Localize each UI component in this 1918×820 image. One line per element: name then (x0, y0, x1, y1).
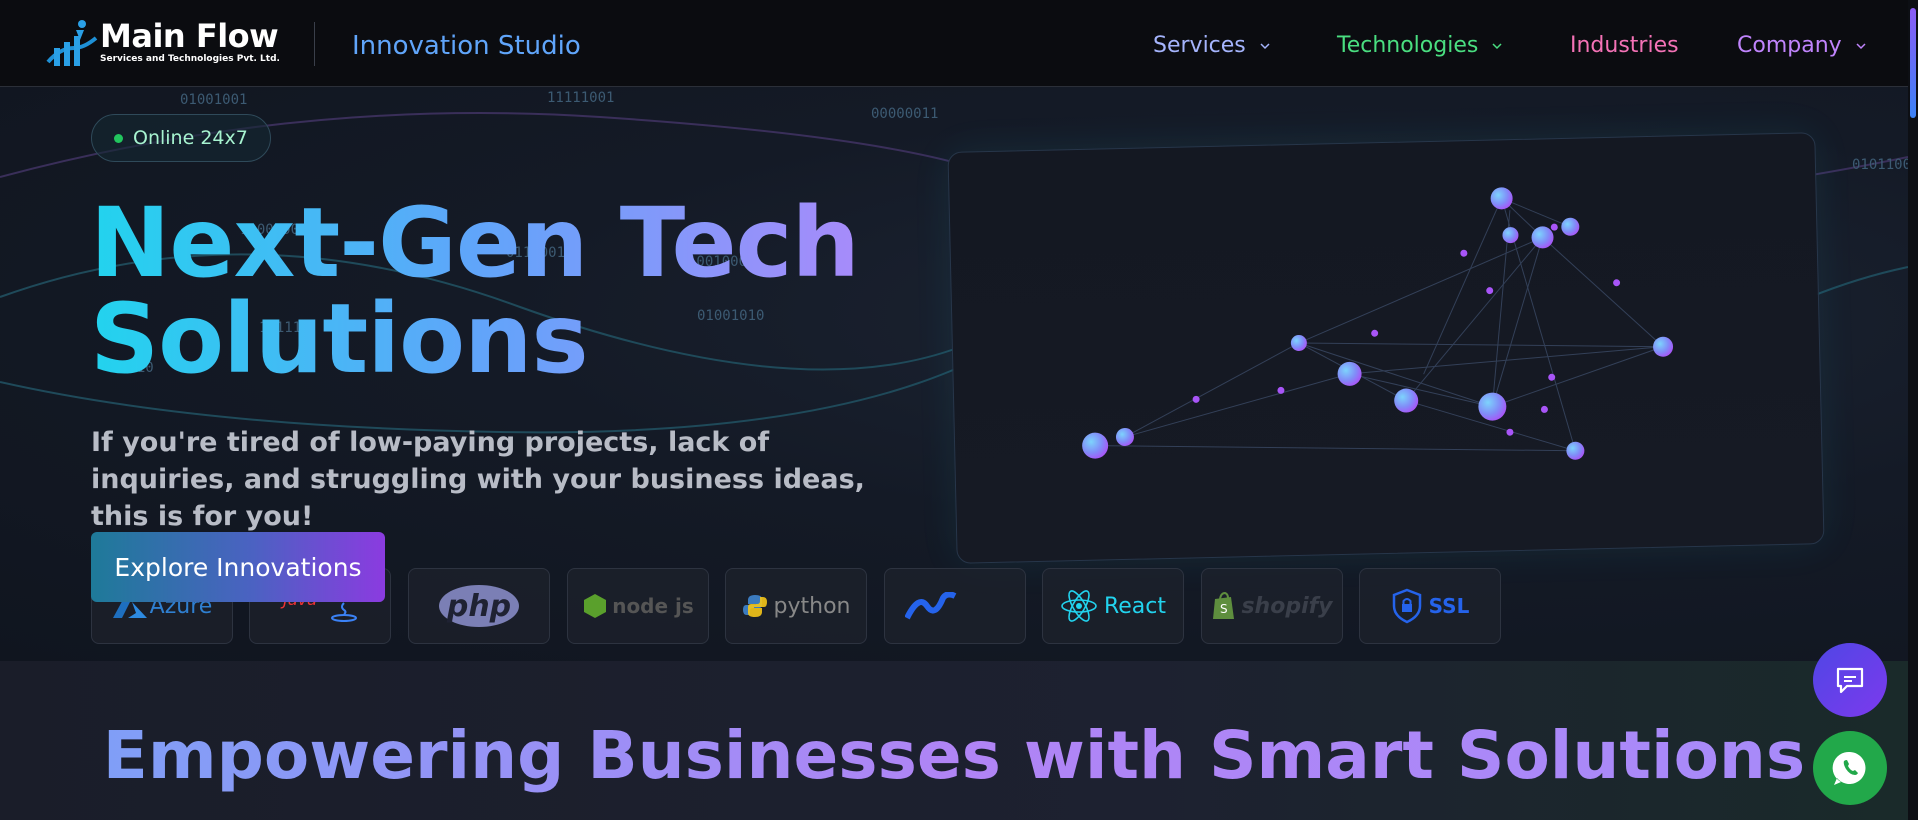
brand-logo[interactable]: Main Flow Services and Technologies Pvt.… (44, 16, 284, 72)
tech-label: php (446, 588, 512, 624)
headline-line-2: Solutions (90, 283, 588, 395)
chat-button[interactable] (1813, 643, 1887, 717)
nav-label: Technologies (1337, 33, 1479, 58)
nodejs-logo-icon (584, 594, 607, 618)
php-logo-icon: php (439, 585, 519, 627)
shopify-logo-icon: S (1213, 591, 1235, 619)
ssl-secured-logo-icon (1392, 588, 1421, 624)
hero-subtext: If you're tired of low-paying projects, … (91, 427, 865, 532)
page-scrollbar[interactable] (1908, 0, 1918, 820)
hero-section: 01001001 11111001 00000011 0101100 11000… (0, 87, 1908, 661)
badge-label: Online 24x7 (133, 127, 248, 149)
nav-divider (314, 22, 315, 66)
tech-card-react: React (1042, 568, 1184, 644)
binary-text: 0101100 (1852, 157, 1908, 173)
explore-innovations-button[interactable]: Explore Innovations (91, 532, 385, 602)
nav-item-services[interactable]: Services (1153, 30, 1270, 62)
innovation-studio-link[interactable]: Innovation Studio (352, 28, 581, 64)
headline-line-1: Next-Gen Tech (90, 187, 859, 299)
smart-solutions-section: Empowering Businesses with Smart Solutio… (0, 661, 1908, 820)
status-dot-icon (114, 133, 123, 143)
tech-label: node js (612, 594, 694, 618)
tech-card-dotnet (884, 568, 1026, 644)
logo-icon (46, 20, 98, 66)
java-logo-icon (331, 601, 357, 622)
react-logo-icon (1061, 590, 1097, 622)
section-heading: Empowering Businesses with Smart Solutio… (0, 716, 1908, 796)
tech-label: python (773, 593, 851, 619)
nav-label: Industries (1570, 33, 1679, 58)
binary-text: 00000011 (871, 106, 939, 122)
brand-title: Main Flow (100, 17, 279, 55)
tech-card-php: php (408, 568, 550, 644)
nav-label: Services (1153, 33, 1246, 58)
python-logo-icon (742, 595, 767, 617)
whatsapp-icon (1832, 751, 1866, 785)
svg-text:S: S (1220, 602, 1228, 616)
network-graph-illustration (1082, 187, 1674, 460)
binary-text: 01001001 (180, 92, 248, 108)
tech-card-nodejs: node js (567, 568, 709, 644)
whatsapp-button[interactable] (1813, 731, 1887, 805)
tech-card-python: python (725, 568, 867, 644)
scrollbar-thumb[interactable] (1910, 8, 1916, 118)
dotnet-logo-icon (905, 592, 957, 620)
nav-item-technologies[interactable]: Technologies (1337, 30, 1502, 62)
top-navbar: Main Flow Services and Technologies Pvt.… (0, 0, 1918, 87)
tech-label: SSL (1428, 594, 1470, 618)
nav-label: Company (1737, 33, 1842, 58)
brand-subtitle: Services and Technologies Pvt. Ltd. (100, 54, 280, 64)
tech-label: shopify (1241, 593, 1333, 619)
chevron-down-icon (1260, 43, 1270, 50)
tech-card-shopify: S shopify (1201, 568, 1343, 644)
chevron-down-icon (1492, 43, 1502, 50)
binary-text: 11111001 (547, 90, 615, 106)
tech-label: React (1103, 593, 1167, 619)
chevron-down-icon (1856, 43, 1866, 50)
tech-card-ssl: SSL (1359, 568, 1501, 644)
online-status-badge: Online 24x7 (91, 114, 271, 162)
nav-item-industries[interactable]: Industries (1570, 30, 1679, 62)
hero-headline: Next-Gen Tech Solutions (90, 195, 859, 387)
chat-icon (1836, 667, 1864, 694)
network-graph-card (947, 132, 1825, 564)
nav-item-company[interactable]: Company (1737, 30, 1866, 62)
